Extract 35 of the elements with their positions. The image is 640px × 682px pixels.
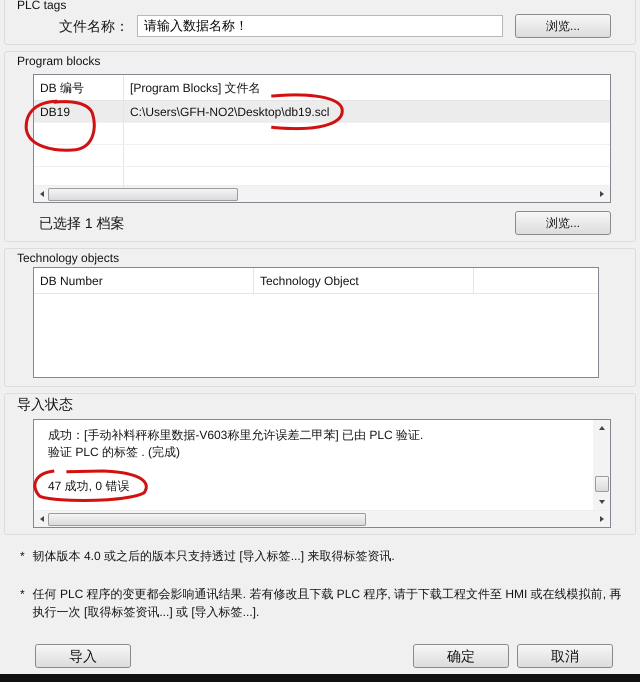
horizontal-scrollbar[interactable]	[34, 185, 610, 202]
scroll-arrow-icon[interactable]	[38, 515, 46, 523]
scroll-arrow-icon[interactable]	[38, 190, 46, 198]
field-label: 文件名称：	[58, 16, 129, 36]
dialog-button[interactable]: 确定	[413, 644, 509, 668]
log-line: 验证 PLC 的标签 . (完成)	[48, 445, 180, 459]
table-cell-text: DB19	[40, 104, 70, 120]
note-marker: *	[20, 548, 25, 565]
note-marker: *	[20, 586, 25, 603]
column-header: Technology Object	[260, 272, 359, 290]
scrollbar-thumb[interactable]	[594, 476, 608, 492]
scroll-arrow-icon[interactable]	[598, 424, 606, 432]
log-line: 成功：[手动补料秤称里数据-V603称里允许误差二甲苯] 已由 PLC 验证.	[48, 428, 424, 442]
scrollbar-thumb[interactable]	[48, 512, 366, 526]
log-line: 47 成功, 0 错误	[48, 479, 130, 493]
table-row[interactable]: DB19 C:\Users\GFH-NO2\Desktop\db19.scl	[34, 101, 610, 123]
table-cell-text: C:\Users\GFH-NO2\Desktop\db19.scl	[129, 104, 330, 120]
browse-button[interactable]: 浏览...	[515, 211, 611, 235]
browse-button[interactable]: 浏览...	[515, 14, 611, 38]
scrollbar-thumb[interactable]	[48, 188, 238, 200]
scroll-arrow-icon[interactable]	[598, 498, 606, 506]
note-text: 韧体版本 4.0 或之后的版本只支持透过 [导入标签...] 来取得标签资讯.	[32, 548, 395, 565]
dialog-button[interactable]: 取消	[517, 644, 613, 668]
scroll-arrow-icon[interactable]	[598, 515, 606, 523]
note-text: 任何 PLC 程序的变更都会影响通讯结果. 若有修改且下载 PLC 程序, 请于下载工程文件至 HMI 或在线模拟前, 再执行一次 [取得标签资讯...] 或 [导入标签...].	[32, 586, 622, 621]
column-header: DB Number	[40, 272, 103, 290]
scroll-arrow-icon[interactable]	[598, 190, 606, 198]
column-header: DB 编号	[40, 80, 84, 96]
selection-count: 已选择 1 档案	[38, 214, 125, 232]
group-title: PLC tags	[17, 0, 66, 14]
horizontal-scrollbar[interactable]	[34, 510, 610, 527]
file-name-field[interactable]: 请输入数据名称！	[137, 15, 503, 37]
column-header: [Program Blocks] 文件名	[129, 80, 261, 96]
vertical-scrollbar[interactable]	[593, 420, 610, 510]
dialog-button[interactable]: 导入	[35, 644, 131, 668]
